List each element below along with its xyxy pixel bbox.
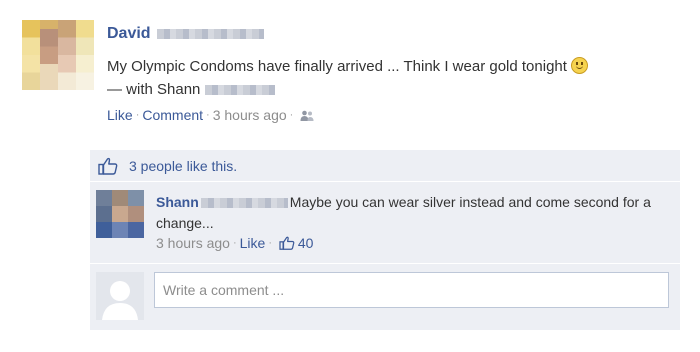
comment-author-name[interactable]: Shann <box>156 194 199 210</box>
default-user-avatar-icon <box>96 272 144 320</box>
post-message: My Olympic Condoms have finally arrived … <box>107 55 672 101</box>
divider <box>90 181 680 182</box>
post-author-first-name[interactable]: David <box>107 25 151 42</box>
comment-item: Shann Maybe you can wear silver instead a… <box>90 183 680 263</box>
comment-meta-row: 3 hours ago · Like · 40 <box>156 235 313 251</box>
separator-dot: · <box>268 237 272 249</box>
comment-composer <box>90 265 680 330</box>
post-comment-link[interactable]: Comment <box>142 107 203 123</box>
thumbs-up-icon[interactable] <box>279 236 295 250</box>
smiley-emoticon-icon <box>570 57 588 74</box>
comment-like-count[interactable]: 40 <box>298 235 314 251</box>
separator-dot: · <box>232 237 237 249</box>
post-author-name[interactable]: David <box>107 25 264 43</box>
divider <box>90 263 680 264</box>
thumbs-up-icon <box>98 157 118 175</box>
redacted-commenter-surname <box>200 198 288 209</box>
separator-dot: · <box>135 109 140 121</box>
post-like-link[interactable]: Like <box>107 107 133 123</box>
post-timestamp[interactable]: 3 hours ago <box>213 107 287 123</box>
comment-author-avatar[interactable] <box>96 190 144 238</box>
likes-count-link[interactable]: 3 people like this. <box>129 158 237 174</box>
post-message-text: My Olympic Condoms have finally arrived … <box>107 58 567 75</box>
tagged-with-label[interactable]: — with Shann <box>107 81 200 98</box>
post-actions-bar: Like · Comment · 3 hours ago · <box>107 107 314 123</box>
post-author-avatar[interactable] <box>22 20 94 90</box>
likes-summary-row: 3 people like this. <box>90 150 680 180</box>
feedback-panel: 3 people like this. Shann Maybe you can w… <box>90 150 680 330</box>
redacted-tagged-surname <box>204 85 275 96</box>
separator-dot: · <box>206 109 210 121</box>
comment-like-link[interactable]: Like <box>240 235 266 251</box>
separator-dot: · <box>289 109 294 121</box>
comment-timestamp[interactable]: 3 hours ago <box>156 235 230 251</box>
friends-audience-icon[interactable] <box>300 110 314 122</box>
comment-body: Shann Maybe you can wear silver instead a… <box>156 192 668 234</box>
redacted-surname <box>156 28 264 39</box>
write-comment-input[interactable] <box>154 272 669 308</box>
